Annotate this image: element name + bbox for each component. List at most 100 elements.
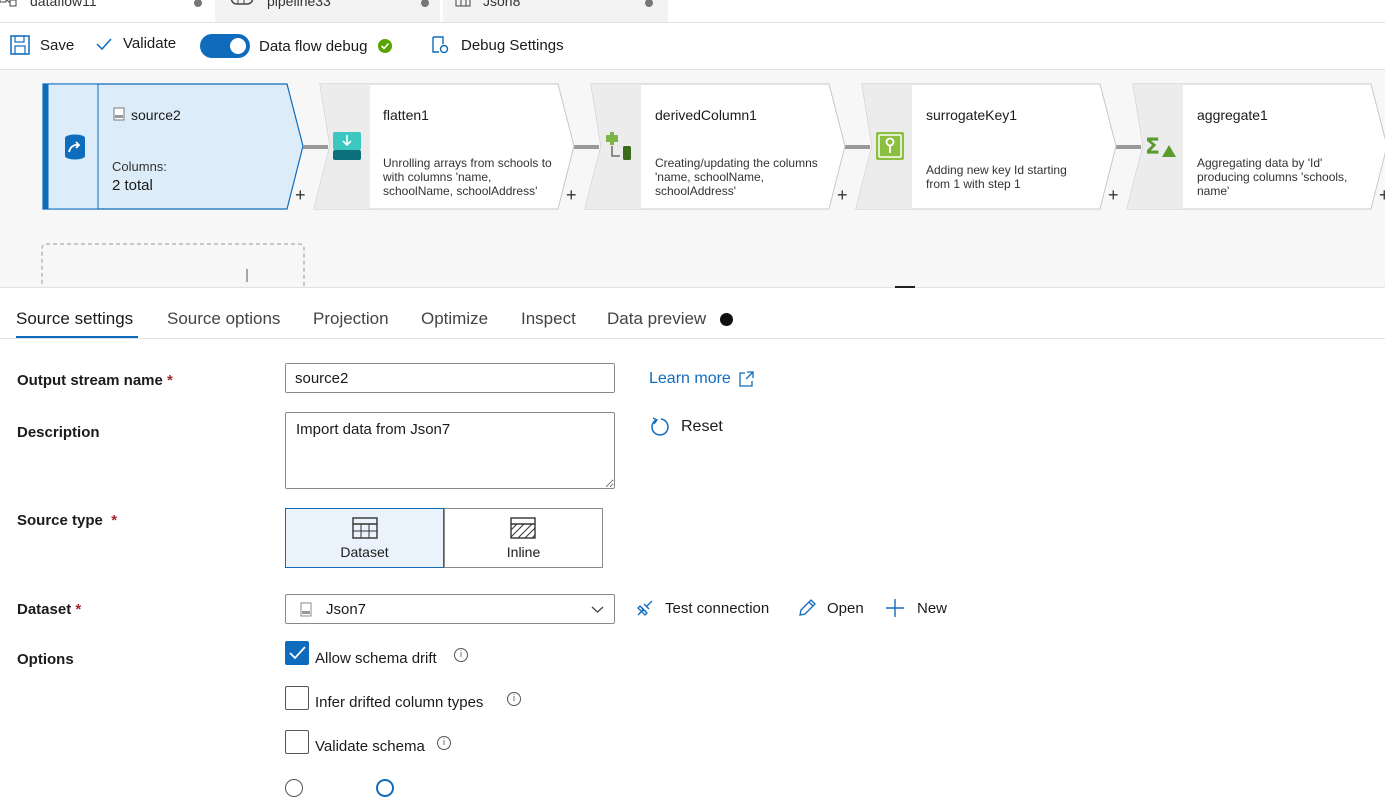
allow-schema-drift-checkbox[interactable] [285, 641, 309, 665]
tab-label: dataflow11 [30, 0, 97, 9]
edit-icon [799, 599, 816, 616]
node-surrogate-key1-title[interactable]: surrogateKey1 [926, 107, 1017, 123]
dataflow-canvas: Σ source2 Columns: 2 total flatten1 Unro… [0, 70, 1385, 288]
open-button[interactable]: Open [797, 598, 864, 618]
description-textarea[interactable]: Import data from Json7 [285, 412, 615, 489]
allow-schema-drift-label: Allow schema drift [315, 650, 437, 667]
connector-line [303, 145, 328, 149]
save-button[interactable]: Save [10, 35, 74, 55]
output-stream-label: Output stream name * [17, 372, 173, 389]
unsaved-dot [645, 0, 653, 7]
svg-text:Σ: Σ [1145, 135, 1160, 160]
info-icon[interactable]: i [437, 736, 451, 750]
source-type-dataset[interactable]: Dataset [285, 508, 444, 568]
reset-button[interactable]: Reset [650, 416, 723, 438]
tab-inspect[interactable]: Inspect [521, 309, 576, 329]
document-tab-bar: dataflow11 pipeline33 Json8 [0, 0, 1385, 23]
options-label: Options [17, 651, 74, 668]
validate-button[interactable]: Validate [95, 35, 176, 52]
debug-settings-button[interactable]: Debug Settings [430, 35, 564, 55]
node-source2-columns-label: Columns: [112, 159, 167, 174]
add-source-placeholder [41, 243, 305, 287]
source-type-inline[interactable]: Inline [444, 508, 603, 568]
debug-toggle[interactable] [200, 34, 250, 58]
save-label: Save [40, 36, 75, 54]
validate-schema-label: Validate schema [315, 738, 425, 755]
dataset-label: Dataset * [17, 601, 82, 618]
unsaved-dot [421, 0, 429, 7]
tab-optimize[interactable]: Optimize [421, 309, 488, 329]
debug-toggle-group: Data flow debug [200, 34, 393, 58]
radio-option[interactable] [285, 779, 303, 797]
table-icon [352, 517, 378, 539]
status-ok-icon [378, 39, 393, 53]
tab-source-options[interactable]: Source options [167, 309, 280, 329]
output-stream-input[interactable] [285, 363, 615, 393]
toolbar: Save Validate Data flow debug Debug Sett… [0, 23, 1385, 70]
radio-option-selected[interactable] [376, 779, 394, 797]
info-icon[interactable]: i [454, 648, 468, 662]
source-type-inline-label: Inline [506, 544, 541, 560]
tab-source-settings[interactable]: Source settings [16, 309, 133, 329]
node-flatten1-title[interactable]: flatten1 [383, 107, 429, 123]
infer-drifted-types-label: Infer drifted column types [315, 694, 484, 711]
tab-dataflow11[interactable]: dataflow11 [0, 0, 212, 22]
add-transform-button[interactable]: + [837, 185, 848, 206]
node-surrogate-key1-desc: Adding new key Id starting from 1 with s… [926, 163, 1067, 191]
add-transform-button[interactable]: + [295, 185, 306, 206]
connector-line [845, 145, 870, 149]
validate-schema-checkbox[interactable] [285, 730, 309, 754]
tab-json8[interactable]: Json8 [443, 0, 668, 22]
add-transform-button[interactable]: + [1379, 185, 1385, 206]
derived-column-icon [606, 132, 631, 160]
flatten-icon [333, 132, 361, 160]
checkmark-icon [96, 37, 112, 50]
node-aggregate1-desc: Aggregating data by 'Id' producing colum… [1197, 156, 1348, 198]
debug-settings-icon [432, 36, 449, 54]
toggle-knob [230, 38, 246, 54]
pipeline-icon [230, 0, 254, 5]
test-connection-button[interactable]: Test connection [635, 598, 769, 618]
open-label: Open [827, 599, 864, 617]
table-icon [455, 0, 471, 7]
json-file-icon [300, 602, 312, 617]
learn-more-link[interactable]: Learn more [649, 370, 754, 388]
node-source2-columns-value: 2 total [112, 177, 153, 194]
dataset-value: Json7 [326, 601, 367, 618]
debug-settings-label: Debug Settings [461, 36, 564, 54]
divider [0, 338, 1385, 339]
tab-pipeline33[interactable]: pipeline33 [215, 0, 440, 22]
key-icon [876, 132, 904, 160]
add-transform-button[interactable]: + [1108, 185, 1119, 206]
plus-icon [886, 599, 904, 617]
dataset-dropdown[interactable]: Json7 [285, 594, 615, 624]
node-derived-column1-desc: Creating/updating the columns 'name, sch… [655, 156, 818, 198]
chevron-down-icon [591, 606, 604, 613]
debug-label: Data flow debug [259, 37, 368, 55]
external-link-icon [739, 371, 754, 387]
preview-status-dot [720, 313, 733, 326]
dataset-file-icon [113, 107, 125, 121]
tab-projection[interactable]: Projection [313, 309, 389, 329]
inline-icon [510, 517, 536, 539]
plug-icon [637, 600, 653, 616]
panel-resize-handle[interactable] [895, 286, 915, 288]
description-label: Description [17, 424, 100, 441]
add-transform-button[interactable]: + [566, 185, 577, 206]
new-label: New [917, 599, 948, 617]
reset-label: Reset [681, 418, 723, 435]
node-derived-column1-title[interactable]: derivedColumn1 [655, 107, 757, 123]
connector-line [574, 145, 599, 149]
info-icon[interactable]: i [507, 692, 521, 706]
new-button[interactable]: New [885, 598, 947, 618]
dataflow-icon [0, 0, 17, 7]
infer-drifted-types-checkbox[interactable] [285, 686, 309, 710]
connector-line [1116, 145, 1141, 149]
node-flatten1-desc: Unrolling arrays from schools to with co… [383, 156, 552, 198]
node-source2-title[interactable]: source2 [131, 107, 181, 123]
tab-data-preview[interactable]: Data preview [607, 309, 706, 329]
aggregate-icon: Σ [1145, 135, 1176, 160]
source-type-dataset-label: Dataset [340, 544, 389, 560]
save-icon [10, 35, 30, 55]
node-aggregate1-title[interactable]: aggregate1 [1197, 107, 1268, 123]
